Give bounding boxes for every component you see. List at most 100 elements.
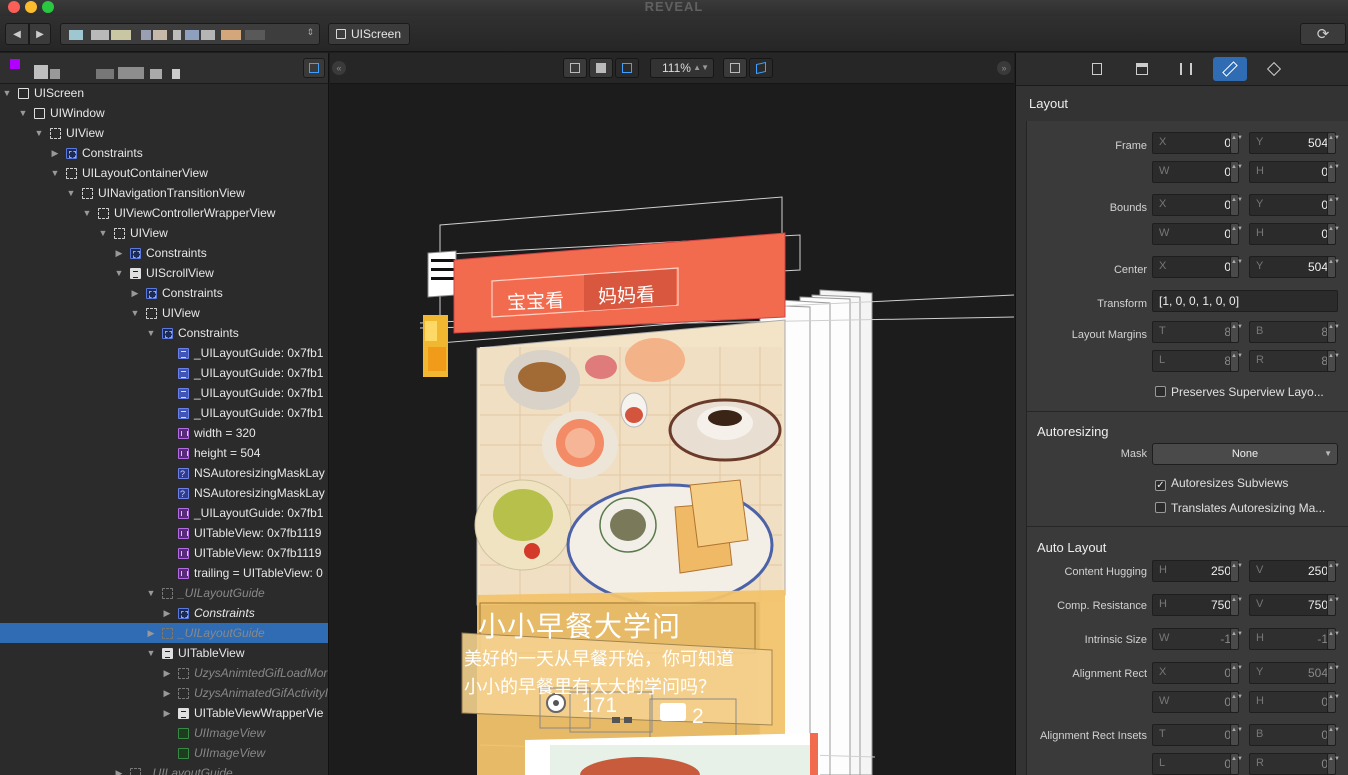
tree-row[interactable]: ▼ UILayoutContainerView (0, 163, 328, 183)
margin-left-field[interactable]: L8 (1152, 350, 1238, 372)
inset-t-field[interactable]: T0 (1152, 724, 1238, 746)
stepper[interactable]: ▲▼ (1230, 628, 1243, 650)
margin-right-field[interactable]: R8 (1249, 350, 1335, 372)
tree-row[interactable]: NSAutoresizingMaskLay (0, 483, 328, 504)
disclosure-open-icon[interactable]: ▼ (114, 263, 124, 283)
disclosure-open-icon[interactable]: ▼ (2, 83, 12, 103)
show-both-button[interactable] (615, 58, 639, 78)
3d-view-scene[interactable]: 宝宝看 妈妈看 小小早餐大学问 美好的一天从早餐开始，你可知道 小小的早餐里有大… (330, 85, 1014, 775)
frame-h-field[interactable]: H0 (1249, 161, 1335, 183)
app-selector-dropdown[interactable]: ⇕ (60, 23, 320, 45)
stepper[interactable]: ▲▼ (1327, 256, 1340, 278)
stepper[interactable]: ▲▼ (1230, 223, 1243, 245)
3d-view-button[interactable] (749, 58, 773, 78)
tab-settings[interactable] (1169, 57, 1203, 81)
tab-identity[interactable] (1080, 57, 1114, 81)
intrinsic-h-field[interactable]: H -1 (1249, 628, 1335, 650)
stepper[interactable]: ▲▼ (1230, 132, 1243, 154)
disclosure-closed-icon[interactable]: ▶ (130, 283, 140, 303)
disclosure-open-icon[interactable]: ▼ (50, 163, 60, 183)
stepper[interactable]: ▲▼ (1230, 560, 1243, 582)
hugging-h-field[interactable]: H 250 (1152, 560, 1238, 582)
disclosure-closed-icon[interactable]: ▶ (146, 623, 156, 643)
disclosure-open-icon[interactable]: ▼ (146, 323, 156, 343)
margin-top-field[interactable]: T8 (1152, 321, 1238, 343)
tree-row[interactable]: UITableView: 0x7fb1119 (0, 523, 328, 543)
stepper[interactable]: ▲▼ (1327, 753, 1340, 775)
stepper[interactable]: ▲▼ (1327, 724, 1340, 746)
stepper[interactable]: ▲▼ (1327, 662, 1340, 684)
disclosure-open-icon[interactable]: ▼ (18, 103, 28, 123)
disclosure-open-icon[interactable]: ▼ (146, 643, 156, 663)
tree-row[interactable]: ▼ Constraints (0, 323, 328, 343)
tree-row[interactable]: UITableView: 0x7fb1119 (0, 543, 328, 563)
segment-baby[interactable]: 宝宝看 (506, 286, 565, 315)
intrinsic-w-field[interactable]: W -1 (1152, 628, 1238, 650)
inset-r-field[interactable]: R0 (1249, 753, 1335, 775)
tree-row[interactable]: ▶ _UILayoutGuide (0, 623, 328, 643)
disclosure-closed-icon[interactable]: ▶ (114, 243, 124, 263)
stepper[interactable]: ▲▼ (1230, 753, 1243, 775)
disclosure-closed-icon[interactable]: ▶ (162, 683, 172, 703)
tree-row[interactable]: ▶ Constraints (0, 143, 328, 163)
tree-row[interactable]: ▶ _UILayoutGuide (0, 763, 328, 775)
mask-popup[interactable]: None ▼ (1152, 443, 1338, 465)
tree-row[interactable]: ▼ UIViewControllerWrapperView (0, 203, 328, 223)
tree-row[interactable]: _UILayoutGuide: 0x7fb1 (0, 343, 328, 363)
align-w-field[interactable]: W0 (1152, 691, 1238, 713)
frame-y-field[interactable]: Y 504 (1249, 132, 1335, 154)
tree-row[interactable]: ▼ UIScrollView (0, 263, 328, 283)
tree-row[interactable]: _UILayoutGuide: 0x7fb1 (0, 363, 328, 383)
refresh-button[interactable]: ⟳ (1300, 23, 1346, 45)
tree-row[interactable]: NSAutoresizingMaskLay (0, 463, 328, 484)
tree-row[interactable]: UIImageView (0, 743, 328, 763)
stepper[interactable]: ▲▼ (1327, 194, 1340, 216)
tree-row[interactable]: ▶ Constraints (0, 243, 328, 263)
tree-row[interactable]: _UILayoutGuide: 0x7fb1 (0, 403, 328, 423)
disclosure-closed-icon[interactable]: ▶ (50, 143, 60, 163)
disclosure-closed-icon[interactable]: ▶ (114, 763, 124, 775)
preserves-superview-checkbox[interactable]: Preserves Superview Layo... (1155, 385, 1324, 399)
autoresizes-subviews-checkbox[interactable]: ✓ Autoresizes Subviews (1155, 476, 1288, 491)
2d-view-button[interactable] (723, 58, 747, 78)
bounds-h-field[interactable]: H0 (1249, 223, 1335, 245)
zoom-selector[interactable]: 111% ▲▼ (650, 58, 714, 78)
bounds-x-field[interactable]: X0 (1152, 194, 1238, 216)
back-button[interactable]: ◀ (5, 23, 29, 45)
disclosure-closed-icon[interactable]: ▶ (162, 663, 172, 683)
margin-bottom-field[interactable]: B8 (1249, 321, 1335, 343)
align-x-field[interactable]: X0 (1152, 662, 1238, 684)
stepper[interactable]: ▲▼ (1230, 321, 1243, 343)
tree-row[interactable]: ▼ UIScreen (0, 83, 328, 103)
tree-row[interactable]: UIImageView (0, 723, 328, 743)
tree-row[interactable]: _UILayoutGuide: 0x7fb1 (0, 503, 328, 523)
tree-row[interactable]: ▶ Constraints (0, 603, 328, 623)
frame-x-field[interactable]: X0 (1152, 132, 1238, 154)
tab-layers[interactable] (1257, 57, 1291, 81)
disclosure-closed-icon[interactable]: ▶ (162, 603, 172, 623)
stepper[interactable]: ▲▼ (1230, 594, 1243, 616)
disclosure-open-icon[interactable]: ▼ (130, 303, 140, 323)
center-y-field[interactable]: Y 504 (1249, 256, 1335, 278)
inset-l-field[interactable]: L0 (1152, 753, 1238, 775)
disclosure-closed-icon[interactable]: ▶ (162, 703, 172, 723)
stepper[interactable]: ▲▼ (1327, 161, 1340, 183)
focus-button[interactable] (303, 58, 325, 78)
collapse-right-icon[interactable]: » (997, 61, 1011, 75)
tree-row[interactable]: trailing = UITableView: 0 (0, 563, 328, 583)
disclosure-open-icon[interactable]: ▼ (66, 183, 76, 203)
stepper[interactable]: ▲▼ (1327, 560, 1340, 582)
tree-row[interactable]: _UILayoutGuide: 0x7fb1 (0, 383, 328, 403)
disclosure-open-icon[interactable]: ▼ (82, 203, 92, 223)
tree-row[interactable]: ▼ UIView (0, 123, 328, 143)
transform-field[interactable]: [1, 0, 0, 1, 0, 0] (1152, 290, 1338, 312)
breadcrumb[interactable]: UIScreen (328, 23, 410, 45)
disclosure-open-icon[interactable]: ▼ (34, 123, 44, 143)
stepper[interactable]: ▲▼ (1230, 161, 1243, 183)
bounds-y-field[interactable]: Y0 (1249, 194, 1335, 216)
inset-b-field[interactable]: B0 (1249, 724, 1335, 746)
disclosure-open-icon[interactable]: ▼ (146, 583, 156, 603)
stepper[interactable]: ▲▼ (1230, 350, 1243, 372)
disclosure-open-icon[interactable]: ▼ (98, 223, 108, 243)
tree-row[interactable]: width = 320 (0, 423, 328, 443)
